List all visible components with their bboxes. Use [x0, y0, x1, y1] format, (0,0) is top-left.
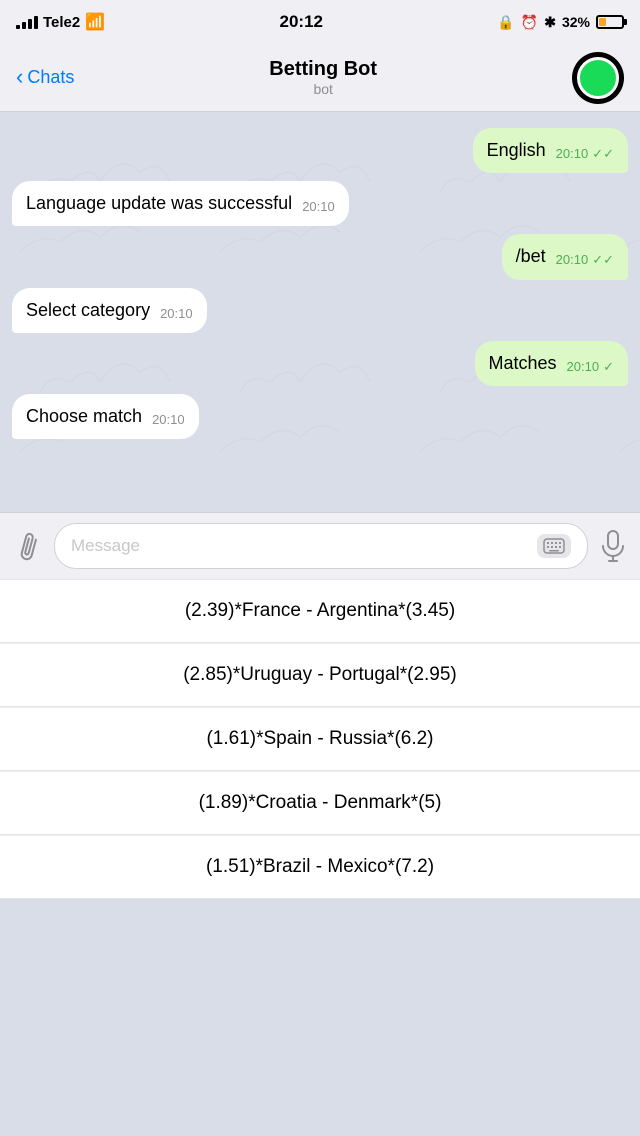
status-time: 20:12	[280, 12, 323, 32]
bubble-content-5: Matches 20:10 ✓	[489, 351, 614, 376]
alarm-icon: ⏰	[521, 14, 538, 31]
bubble-time-4: 20:10	[160, 305, 193, 323]
bubble-content-1: English 20:10 ✓✓	[487, 138, 614, 163]
mic-button[interactable]	[600, 530, 626, 562]
signal-bar-1	[16, 25, 20, 29]
bubble-time-6: 20:10	[152, 411, 185, 429]
bubble-content-2: Language update was successful 20:10	[26, 191, 335, 216]
message-row-4: Select category 20:10	[12, 288, 628, 333]
bubble-2: Language update was successful 20:10	[12, 181, 349, 226]
match-item-5[interactable]: (1.51)*Brazil - Mexico*(7.2)	[0, 836, 640, 899]
chevron-left-icon: ‹	[16, 66, 23, 88]
wifi-icon: 📶	[85, 12, 105, 32]
signal-bar-2	[22, 22, 26, 29]
checkmarks-3: ✓✓	[592, 251, 614, 269]
carrier-label: Tele2	[43, 14, 80, 31]
status-left: Tele2 📶	[16, 12, 105, 32]
bubble-time-1: 20:10	[556, 145, 589, 163]
keyboard-button[interactable]	[537, 534, 571, 558]
bubble-content-3: /bet 20:10 ✓✓	[516, 244, 614, 269]
input-bar: Message	[0, 512, 640, 579]
checkmarks-1: ✓✓	[592, 145, 614, 163]
battery-pct: 32%	[562, 14, 590, 30]
bubble-text-3: /bet	[516, 244, 546, 269]
bubble-content-4: Select category 20:10	[26, 298, 193, 323]
back-label: Chats	[27, 67, 74, 88]
signal-bar-4	[34, 16, 38, 29]
bubble-1: English 20:10 ✓✓	[473, 128, 628, 173]
bubble-4: Select category 20:10	[12, 288, 207, 333]
match-item-4[interactable]: (1.89)*Croatia - Denmark*(5)	[0, 772, 640, 835]
bubble-5: Matches 20:10 ✓	[475, 341, 628, 386]
bubble-text-5: Matches	[489, 351, 557, 376]
bubble-text-6: Choose match	[26, 404, 142, 429]
match-item-1[interactable]: (2.39)*France - Argentina*(3.45)	[0, 579, 640, 643]
message-row-2: Language update was successful 20:10	[12, 181, 628, 226]
bubble-6: Choose match 20:10	[12, 394, 199, 439]
match-list: (2.39)*France - Argentina*(3.45) (2.85)*…	[0, 579, 640, 899]
bluetooth-icon: ✱	[544, 14, 556, 31]
bubble-text-4: Select category	[26, 298, 150, 323]
attach-button[interactable]	[9, 527, 47, 565]
avatar-inner	[577, 57, 619, 99]
status-right: 🔒 ⏰ ✱ 32%	[497, 14, 624, 31]
signal-bar-3	[28, 19, 32, 29]
bubble-content-6: Choose match 20:10	[26, 404, 185, 429]
bubble-time-3: 20:10	[556, 251, 589, 269]
bubble-3: /bet 20:10 ✓✓	[502, 234, 628, 279]
message-row-3: /bet 20:10 ✓✓	[12, 234, 628, 279]
bubble-time-5: 20:10	[567, 358, 600, 376]
message-row-1: English 20:10 ✓✓	[12, 128, 628, 173]
bubble-text-2: Language update was successful	[26, 191, 292, 216]
message-input-area[interactable]: Message	[54, 523, 588, 569]
status-bar: Tele2 📶 20:12 🔒 ⏰ ✱ 32%	[0, 0, 640, 44]
battery-icon	[596, 15, 624, 29]
nav-title-area: Betting Bot bot	[269, 58, 377, 97]
message-row-6: Choose match 20:10	[12, 394, 628, 439]
message-placeholder: Message	[71, 536, 140, 556]
battery-fill	[599, 18, 606, 26]
checkmarks-5: ✓	[603, 358, 614, 376]
nav-title: Betting Bot	[269, 58, 377, 81]
signal-bars	[16, 15, 38, 29]
nav-bar: ‹ Chats Betting Bot bot	[0, 44, 640, 112]
avatar[interactable]	[572, 52, 624, 104]
bubble-time-2: 20:10	[302, 198, 335, 216]
chat-area: English 20:10 ✓✓ Language update was suc…	[0, 112, 640, 512]
match-item-2[interactable]: (2.85)*Uruguay - Portugal*(2.95)	[0, 644, 640, 707]
bubble-text-1: English	[487, 138, 546, 163]
back-button[interactable]: ‹ Chats	[16, 67, 74, 88]
lock-icon: 🔒	[497, 14, 514, 31]
match-item-3[interactable]: (1.61)*Spain - Russia*(6.2)	[0, 708, 640, 771]
nav-subtitle: bot	[313, 81, 332, 97]
message-row-5: Matches 20:10 ✓	[12, 341, 628, 386]
